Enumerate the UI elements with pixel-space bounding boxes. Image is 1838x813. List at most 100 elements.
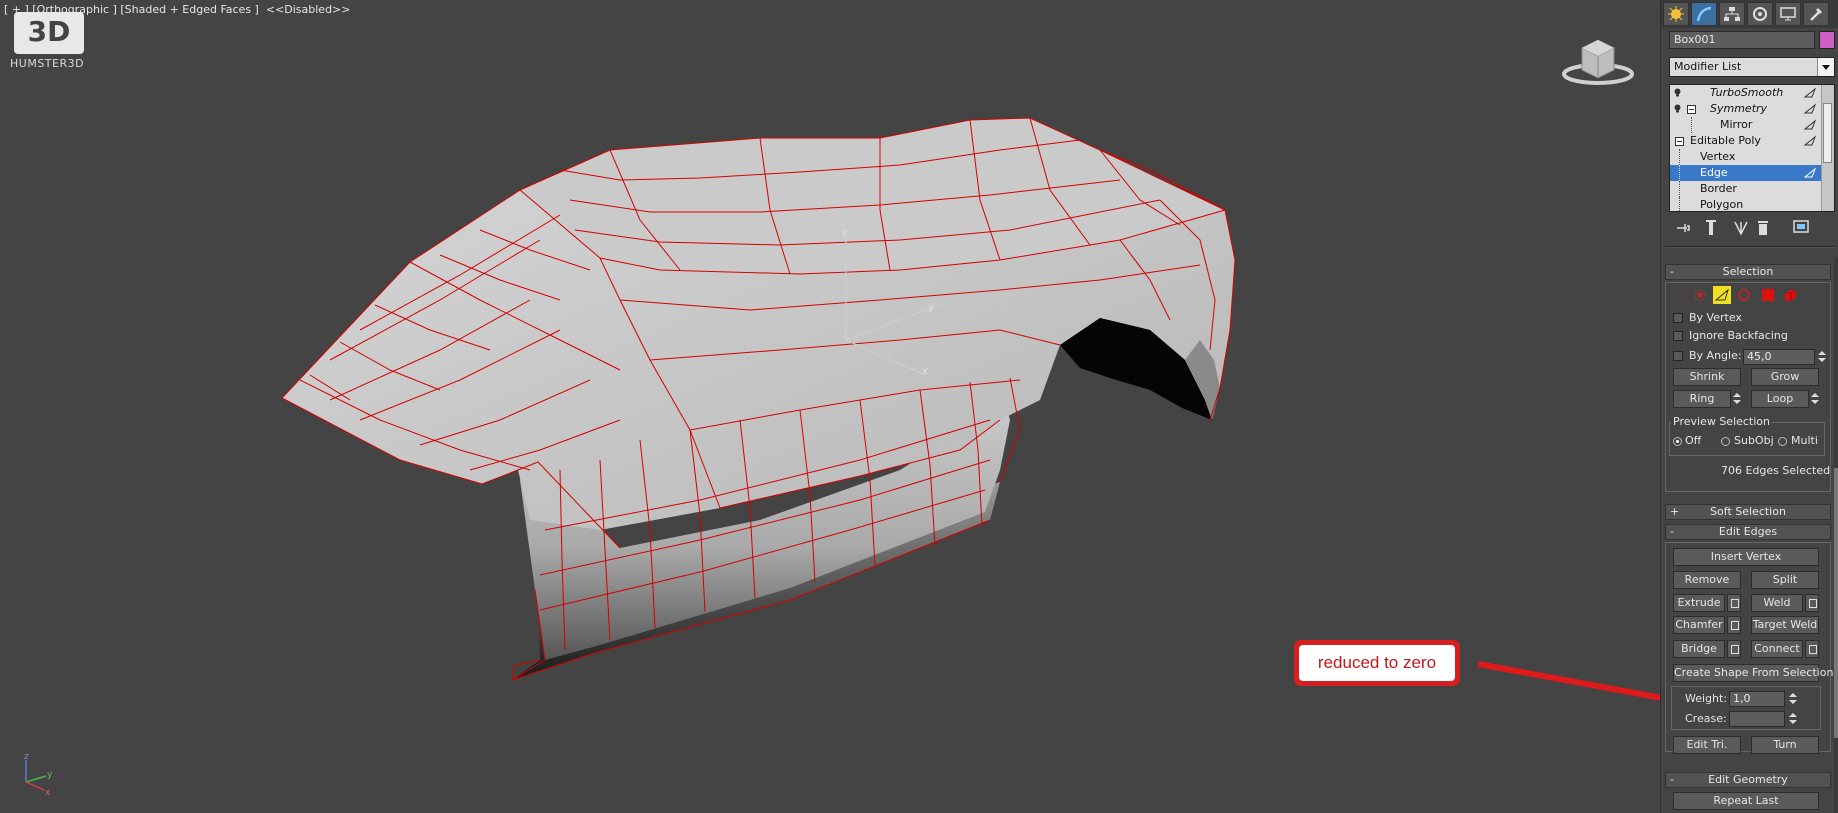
preview-off-radio[interactable] (1673, 437, 1682, 446)
extrude-settings-icon[interactable] (1727, 594, 1741, 612)
extrude-button[interactable]: Extrude (1673, 594, 1725, 612)
pin-icon[interactable] (1804, 167, 1816, 179)
command-panel: Box001 Modifier List TurboSmooth Symmetr… (1660, 0, 1838, 813)
modifier-stack[interactable]: TurboSmooth Symmetry Mirror Editable Pol… (1669, 84, 1835, 212)
scroll-thumb[interactable] (1823, 103, 1832, 163)
annotation-callout: reduced to zero (1294, 640, 1460, 686)
edit-edges-rollout-header[interactable]: - Edit Edges (1665, 524, 1831, 540)
soft-selection-rollout-header[interactable]: + Soft Selection (1665, 504, 1831, 520)
chamfer-button[interactable]: Chamfer (1673, 616, 1725, 634)
split-button[interactable]: Split (1751, 571, 1819, 589)
element-mode-icon[interactable] (1781, 286, 1799, 304)
car-body-mesh[interactable]: z y x z y x (0, 0, 1660, 813)
turn-button[interactable]: Turn (1751, 736, 1819, 754)
stack-item-symmetry[interactable]: Symmetry (1670, 101, 1834, 117)
viewport[interactable]: z y x z y x [ + ] [Orthographic ] [Shade… (0, 0, 1660, 813)
border-mode-icon[interactable] (1735, 286, 1753, 304)
object-color-swatch[interactable] (1819, 31, 1835, 49)
object-name-field[interactable]: Box001 (1669, 31, 1815, 49)
crease-label: Crease: (1685, 712, 1727, 725)
weld-button[interactable]: Weld (1751, 594, 1803, 612)
crease-spinner[interactable] (1788, 711, 1798, 727)
by-vertex-checkbox[interactable] (1673, 313, 1683, 323)
chamfer-settings-icon[interactable] (1727, 616, 1741, 634)
selection-rollout-header[interactable]: - Selection (1665, 264, 1831, 280)
loop-button[interactable]: Loop (1751, 390, 1809, 408)
stack-scrollbar[interactable] (1821, 85, 1834, 211)
angle-field[interactable]: 45,0 (1743, 349, 1815, 365)
edit-tri-button[interactable]: Edit Tri. (1673, 736, 1741, 754)
utilities-icon (1810, 8, 1822, 21)
repeat-last-button[interactable]: Repeat Last (1673, 792, 1819, 810)
stack-item-border[interactable]: Border (1670, 181, 1834, 197)
stack-item-vertex[interactable]: Vertex (1670, 149, 1834, 165)
connect-settings-icon[interactable] (1805, 640, 1819, 658)
create-tab[interactable] (1663, 2, 1689, 26)
bulb-icon[interactable] (1673, 104, 1682, 113)
remove-modifier-icon[interactable] (1753, 218, 1773, 238)
pin-icon[interactable] (1804, 119, 1816, 131)
modify-tab[interactable] (1691, 2, 1717, 26)
pin-icon[interactable] (1804, 135, 1816, 147)
create-shape-button[interactable]: Create Shape From Selection (1673, 664, 1833, 682)
stack-item-editable-poly[interactable]: Editable Poly (1670, 133, 1834, 149)
chevron-down-icon[interactable] (1817, 58, 1834, 76)
loop-spinner[interactable] (1810, 391, 1820, 407)
pin-icon[interactable] (1804, 87, 1816, 99)
stack-item-polygon[interactable]: Polygon (1670, 197, 1834, 211)
weld-settings-icon[interactable] (1805, 594, 1819, 612)
rollout-title: Edit Geometry (1708, 773, 1788, 786)
bulb-icon[interactable] (1673, 88, 1682, 97)
hierarchy-tab[interactable] (1719, 2, 1745, 26)
insert-vertex-button[interactable]: Insert Vertex (1673, 548, 1819, 566)
create-icon (1668, 6, 1684, 22)
modifier-list-dropdown[interactable]: Modifier List (1669, 57, 1835, 77)
stack-item-turbosmooth[interactable]: TurboSmooth (1670, 85, 1834, 101)
preview-subobj-radio[interactable] (1721, 437, 1730, 446)
motion-tab[interactable] (1747, 2, 1773, 26)
remove-button[interactable]: Remove (1673, 571, 1741, 589)
connect-button[interactable]: Connect (1751, 640, 1803, 658)
tripod-y-label: y (47, 770, 53, 780)
tripod-x-label: x (45, 788, 51, 798)
bridge-button[interactable]: Bridge (1673, 640, 1725, 658)
display-tab[interactable] (1775, 2, 1801, 26)
make-unique-icon[interactable] (1731, 218, 1751, 238)
weight-spinner[interactable] (1788, 691, 1798, 707)
pin-stack-icon[interactable] (1673, 218, 1693, 238)
angle-spinner[interactable] (1817, 349, 1827, 365)
callout-text: reduced to zero (1299, 645, 1455, 681)
crease-field[interactable] (1729, 711, 1785, 727)
collapse-icon[interactable] (1675, 137, 1684, 146)
tree-line (1679, 149, 1680, 165)
stack-item-mirror[interactable]: Mirror (1670, 117, 1834, 133)
show-end-result-icon[interactable] (1701, 218, 1721, 238)
collapse-icon[interactable] (1687, 105, 1696, 114)
target-weld-button[interactable]: Target Weld (1751, 616, 1819, 634)
configure-modifier-sets-icon[interactable] (1791, 218, 1811, 238)
ignore-backfacing-checkbox[interactable] (1673, 331, 1683, 341)
world-axis-tripod: z y x (24, 752, 53, 798)
edit-geometry-rollout-header[interactable]: - Edit Geometry (1665, 772, 1831, 788)
bridge-settings-icon[interactable] (1727, 640, 1741, 658)
edge-mode-icon[interactable] (1713, 286, 1731, 304)
scroll-thumb[interactable] (1834, 468, 1838, 738)
ring-spinner[interactable] (1732, 391, 1742, 407)
utilities-tab[interactable] (1803, 2, 1829, 26)
preview-multi-radio[interactable] (1778, 437, 1787, 446)
stack-item-label: TurboSmooth (1710, 86, 1784, 99)
stack-item-edge[interactable]: Edge (1670, 165, 1834, 181)
vertex-mode-icon[interactable] (1691, 286, 1709, 304)
hierarchy-icon (1724, 7, 1740, 21)
weight-field[interactable]: 1,0 (1729, 691, 1785, 707)
grow-button[interactable]: Grow (1751, 368, 1819, 386)
command-panel-tabs (1661, 0, 1838, 28)
by-angle-checkbox[interactable] (1673, 351, 1683, 361)
pin-icon[interactable] (1804, 103, 1816, 115)
ring-button[interactable]: Ring (1673, 390, 1731, 408)
viewcube[interactable] (1562, 30, 1634, 90)
panel-scrollbar[interactable] (1834, 258, 1838, 813)
polygon-mode-icon[interactable] (1759, 286, 1777, 304)
shrink-button[interactable]: Shrink (1673, 368, 1741, 386)
stack-item-label: Mirror (1720, 118, 1753, 131)
